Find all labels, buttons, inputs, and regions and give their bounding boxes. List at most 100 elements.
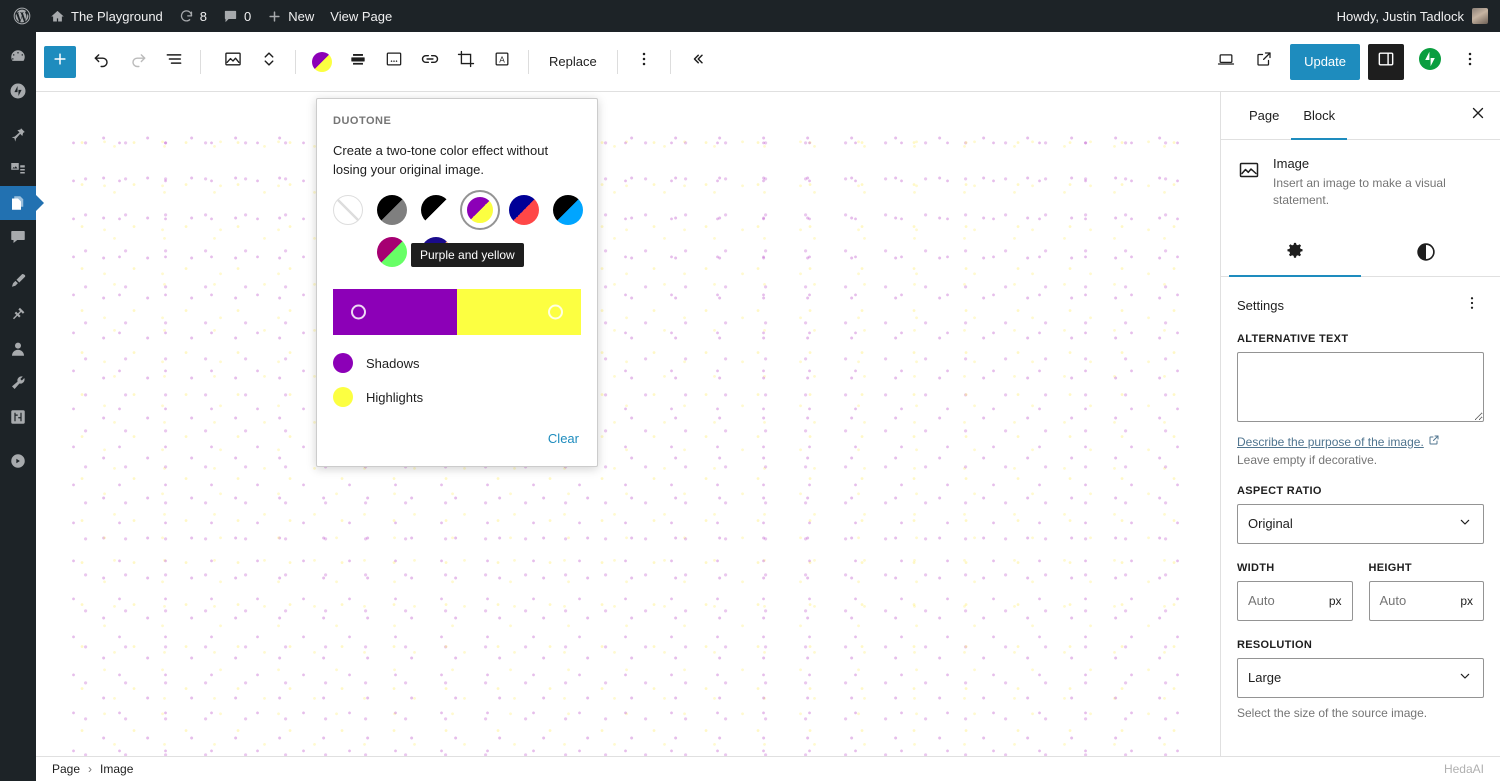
new-label: New [288,9,314,24]
highlights-row[interactable]: Highlights [333,387,581,407]
tab-page[interactable]: Page [1237,92,1291,140]
aspect-ratio-select[interactable]: Original [1237,504,1484,544]
duotone-swatch-magenta-yellow[interactable] [333,237,363,267]
block-inserter-button[interactable] [44,46,76,78]
settings-sidebar-toggle[interactable] [1368,44,1404,80]
sliders-icon [9,408,27,426]
sidebar-item-dashboard[interactable] [0,40,36,74]
sidebar-item-jetpack[interactable] [0,74,36,108]
preview-button[interactable] [1208,44,1244,80]
move-block-button[interactable] [251,44,287,80]
highlights-color-dot[interactable] [333,387,353,407]
chevron-down-icon [1457,514,1473,533]
sidebar-item-tools[interactable] [0,366,36,400]
duotone-swatch-blue-red[interactable] [509,195,539,225]
tab-block[interactable]: Block [1291,92,1347,140]
comment-bubble-icon [223,9,238,24]
settings-panel: Settings ALTERNATIVE TEXT Describe the p… [1221,277,1500,736]
duotone-swatch-grayscale[interactable] [421,195,451,225]
sidebar-item-comments[interactable] [0,220,36,254]
jetpack-button[interactable] [1416,48,1444,76]
block-type-button[interactable] [215,44,251,80]
redo-button[interactable] [120,44,156,80]
site-name-label: The Playground [71,9,163,24]
howdy-label: Howdy, Justin Tadlock [1337,9,1464,24]
duotone-filter-button[interactable] [304,44,340,80]
breadcrumb-item-page[interactable]: Page [52,762,80,776]
duotone-swatch-midnight[interactable] [553,195,583,225]
list-view-button[interactable] [156,44,192,80]
sidebar-item-pages[interactable] [0,186,36,220]
alt-text-field[interactable] [1237,352,1484,422]
shadows-label: Shadows [366,356,419,371]
height-unit: px [1460,594,1473,608]
collapse-toolbar-button[interactable] [679,44,715,80]
tab-settings[interactable] [1229,231,1361,277]
admin-bar-site-name[interactable]: The Playground [42,0,171,32]
sidebar-item-collapse[interactable] [0,444,36,478]
clear-button[interactable]: Clear [546,427,581,450]
sidebar-item-settings[interactable] [0,400,36,434]
sidebar-item-media[interactable] [0,152,36,186]
undo-button[interactable] [84,44,120,80]
shadow-color-handle[interactable] [351,305,366,320]
highlight-color-handle[interactable] [548,305,563,320]
text-overlay-icon: A [492,49,512,74]
duotone-tooltip: Purple and yellow [411,243,524,267]
duotone-swatch-purple-yellow[interactable] [465,195,495,225]
duotone-swatch-purple-green[interactable] [377,237,407,267]
shadows-row[interactable]: Shadows [333,353,581,373]
sidebar-item-plugins[interactable] [0,298,36,332]
editor-options-button[interactable] [1452,44,1488,80]
tab-styles[interactable] [1361,231,1493,277]
breadcrumb: Page›Image [52,762,133,776]
block-options-button[interactable] [626,44,662,80]
caption-icon [384,49,404,74]
admin-bar-view-page[interactable]: View Page [322,0,400,32]
align-button[interactable] [340,44,376,80]
editor-canvas [36,92,1220,756]
sidebar-item-users[interactable] [0,332,36,366]
list-view-icon [164,49,184,74]
resolution-select[interactable]: Large [1237,658,1484,698]
wordpress-logo-icon [12,6,32,26]
gear-icon [1284,241,1306,266]
breadcrumb-item-image[interactable]: Image [100,762,133,776]
inspector-tabs [1221,231,1500,277]
vertical-dots-icon [1463,294,1481,317]
replace-button[interactable]: Replace [537,44,609,80]
view-site-button[interactable] [1246,44,1282,80]
close-sidebar-button[interactable] [1456,92,1500,139]
sidebar-item-appearance[interactable] [0,264,36,298]
duotone-gradient-bar[interactable] [333,289,581,335]
admin-bar-account[interactable]: Howdy, Justin Tadlock [1337,8,1500,24]
admin-bar-updates[interactable]: 8 [171,0,215,32]
sidebar-item-posts[interactable] [0,118,36,152]
settings-options-button[interactable] [1460,293,1484,317]
wordpress-logo-icon[interactable] [0,0,42,32]
height-input[interactable]: Auto px [1369,581,1485,621]
gradient-shadow-half[interactable] [333,289,457,335]
duotone-swatch-dark-grayscale[interactable] [377,195,407,225]
alt-text-help-link[interactable]: Describe the purpose of the image. [1237,434,1440,449]
gradient-highlight-half[interactable] [457,289,581,335]
width-input[interactable]: Auto px [1237,581,1353,621]
double-chevron-left-icon [687,49,707,74]
admin-bar-comments[interactable]: 0 [215,0,259,32]
vertical-dots-icon [1460,49,1480,74]
crop-button[interactable] [448,44,484,80]
update-button[interactable]: Update [1290,44,1360,80]
duotone-swatch-unset[interactable] [333,195,363,225]
block-card-text: Image Insert an image to make a visual s… [1273,156,1484,209]
text-overlay-button[interactable]: A [484,44,520,80]
admin-bar-new[interactable]: New [259,0,322,32]
link-button[interactable] [412,44,448,80]
toolbar-divider [670,50,671,74]
width-height-row: WIDTH Auto px HEIGHT Auto px [1237,562,1484,621]
shadows-color-dot[interactable] [333,353,353,373]
image-block[interactable] [68,122,1186,756]
toolbar-divider [200,50,201,74]
external-link-icon [1428,434,1440,449]
caption-button[interactable] [376,44,412,80]
close-icon [1469,104,1487,127]
